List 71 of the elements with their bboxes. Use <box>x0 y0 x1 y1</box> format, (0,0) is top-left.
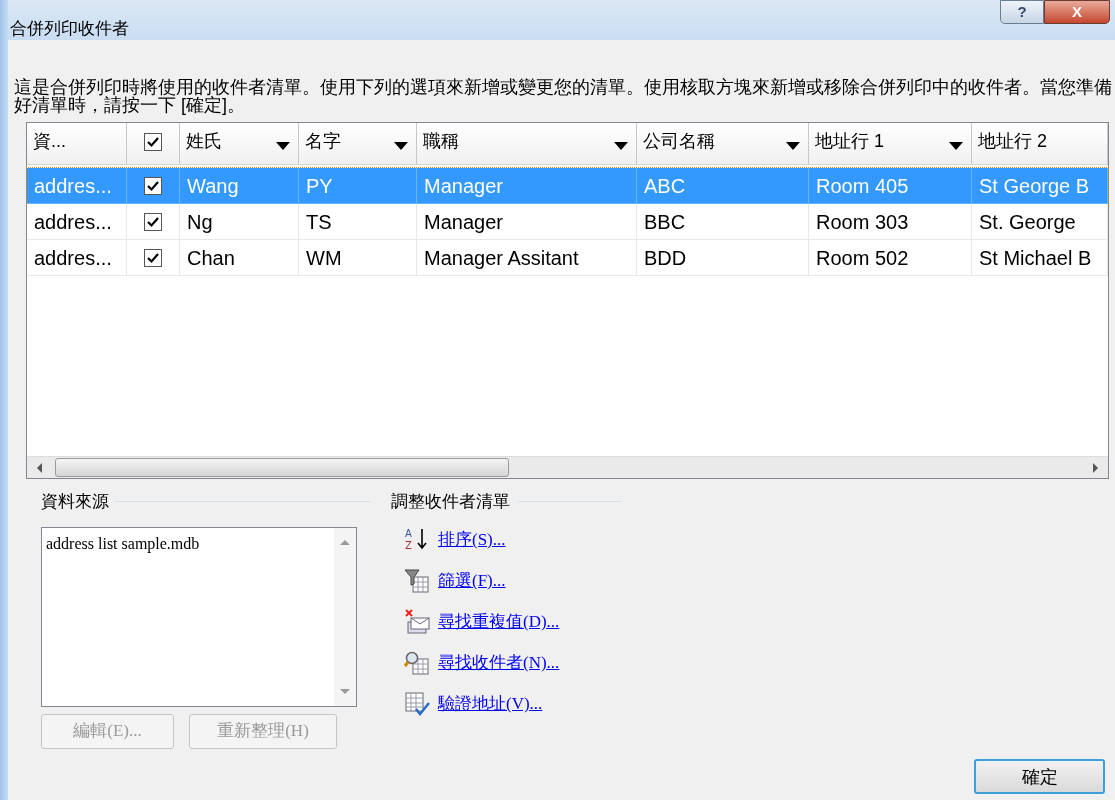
table-cell-text: St George B <box>979 173 1090 199</box>
horizontal-scrollbar[interactable] <box>27 456 1108 478</box>
table-cell-text: Chan <box>187 245 235 271</box>
table-cell-text: WM <box>306 245 342 271</box>
dropdown-icon[interactable] <box>276 142 290 150</box>
table-cell-text: Manager <box>424 173 503 199</box>
envelope-icon <box>404 609 430 635</box>
column-header[interactable]: 地址行 2 <box>972 123 1108 165</box>
refine-link[interactable]: 驗證地址(V)... <box>438 691 543 717</box>
dropdown-icon[interactable] <box>949 142 963 150</box>
column-header[interactable]: 資... <box>27 123 127 165</box>
refine-link[interactable]: 尋找重複值(D)... <box>438 609 560 635</box>
refine-link[interactable]: 排序(S)... <box>438 527 506 553</box>
table-cell-text: Ng <box>187 209 213 235</box>
column-label: 地址行 1 <box>815 130 884 153</box>
column-label: 名字 <box>305 130 341 153</box>
column-label: 職稱 <box>423 130 459 153</box>
data-source-list[interactable]: address list sample.mdb <box>41 526 357 707</box>
table-cell-text: St. George <box>979 209 1076 235</box>
table-cell-text: BBC <box>644 209 686 235</box>
refine-link[interactable]: 篩選(F)... <box>438 568 506 594</box>
refine-link[interactable]: 尋找收件者(N)... <box>438 650 560 676</box>
ok-button[interactable]: 確定 <box>974 759 1105 794</box>
column-header[interactable]: 名字 <box>299 123 417 165</box>
table-cell-text: Room 405 <box>816 173 909 199</box>
table-cell-text: Wang <box>187 173 239 199</box>
column-label: 姓氏 <box>186 130 222 153</box>
dropdown-icon[interactable] <box>394 142 408 150</box>
scrollbar-thumb[interactable] <box>55 458 509 477</box>
description-text: 這是合併列印時將使用的收件者清單。使用下列的選項來新增或變更您的清單。使用核取方塊來新增或移除合併列印中的收件者。當您準備好清單時，請按一下 [確定]。 <box>14 78 1113 114</box>
table-cell-text: BDD <box>644 245 687 271</box>
scroll-down-icon[interactable] <box>340 688 350 694</box>
magnifier-icon <box>404 650 430 676</box>
column-header[interactable]: 地址行 1 <box>809 123 972 165</box>
table-cell-text: TS <box>306 209 332 235</box>
table-cell-text: addres... <box>34 245 112 271</box>
scroll-up-icon[interactable] <box>340 539 350 545</box>
column-header[interactable]: 職稱 <box>417 123 637 165</box>
help-button[interactable]: ? <box>1000 0 1044 24</box>
column-header[interactable] <box>127 123 180 165</box>
table-row[interactable]: addres... Ng TS Manager BBC Room 303 St. George <box>27 204 1108 240</box>
table-cell-text: PY <box>306 173 333 199</box>
checklist-icon <box>404 691 430 717</box>
dropdown-icon[interactable] <box>786 142 800 150</box>
checkbox[interactable] <box>144 133 162 151</box>
table-cell-text: addres... <box>34 173 112 199</box>
table-cell-text: addres... <box>34 209 112 235</box>
checkbox[interactable] <box>144 212 162 231</box>
checkbox[interactable] <box>144 176 162 195</box>
table-cell-text: Room 502 <box>816 245 909 271</box>
data-source-item[interactable]: address list sample.mdb <box>46 531 200 556</box>
dropdown-icon[interactable] <box>614 142 628 150</box>
table-cell-text: St Michael B <box>979 245 1092 271</box>
table-row[interactable]: addres... Chan WM Manager Assitant BDD Room 502 St Michael B <box>27 240 1108 276</box>
refine-heading: 調整收件者清單 <box>391 491 510 513</box>
data-source-heading: 資料來源 <box>41 491 109 513</box>
column-header[interactable]: 公司名稱 <box>637 123 809 165</box>
table-cell-text: Manager Assitant <box>424 245 579 271</box>
table-cell-text: Room 303 <box>816 209 909 235</box>
scroll-right-icon[interactable] <box>1093 462 1098 473</box>
table-cell-text: ABC <box>644 173 686 199</box>
scroll-left-icon[interactable] <box>37 462 42 473</box>
column-label: 資... <box>33 130 66 153</box>
column-label: 地址行 2 <box>978 130 1047 153</box>
vertical-scrollbar[interactable] <box>334 527 356 706</box>
table-cell-text: Manager <box>424 209 503 235</box>
filter-icon <box>404 568 430 594</box>
column-header[interactable]: 姓氏 <box>180 123 299 165</box>
window-title: 合併列印收件者 <box>10 18 129 40</box>
column-label: 公司名稱 <box>643 130 715 153</box>
checkbox[interactable] <box>144 248 162 267</box>
